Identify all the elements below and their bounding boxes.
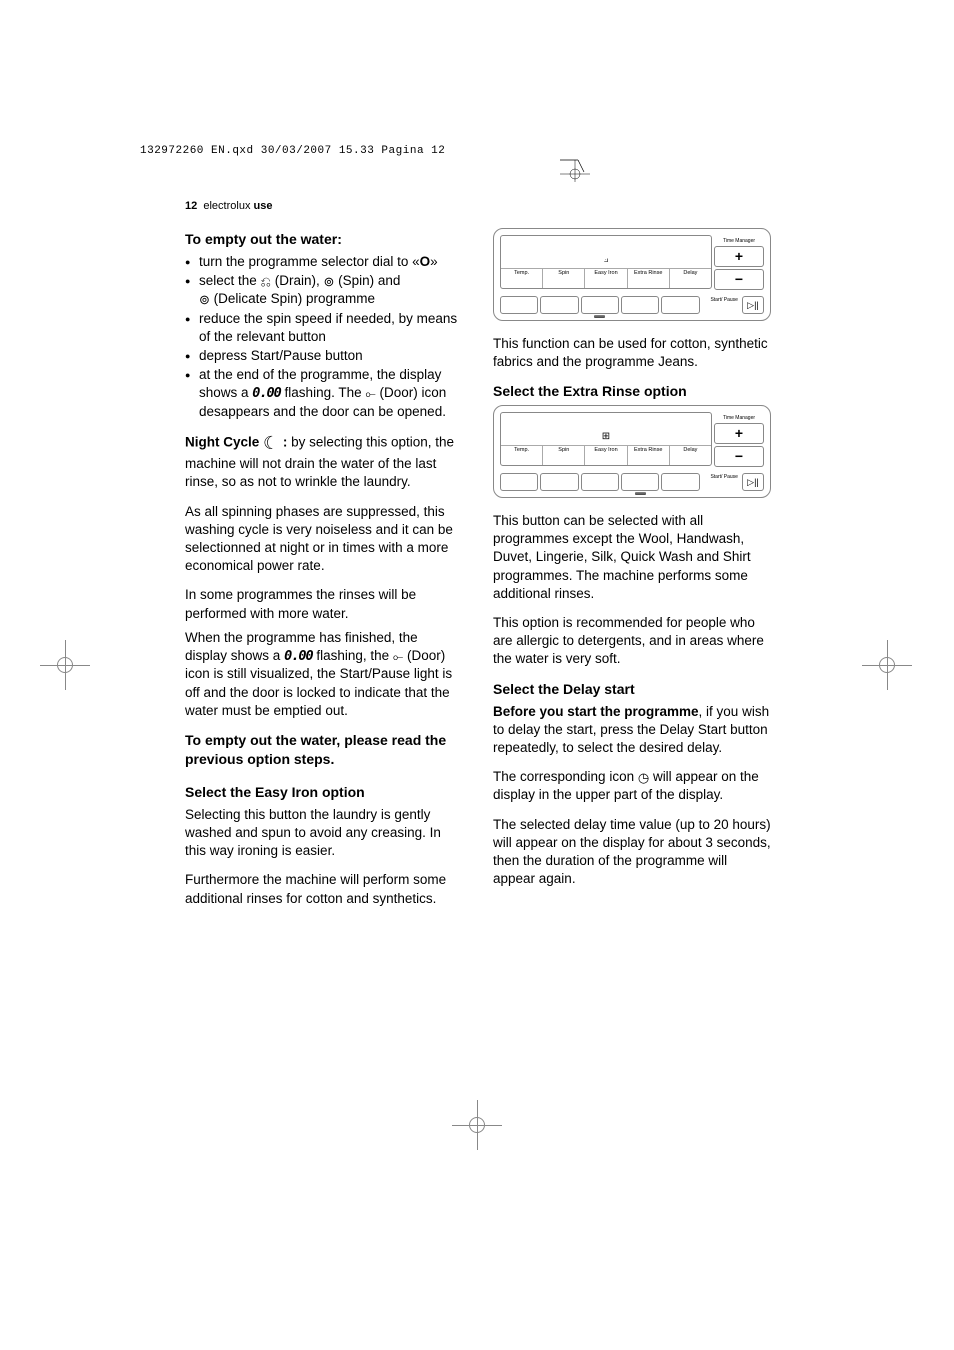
paragraph: When the programme has finished, the dis… xyxy=(185,629,463,720)
rinse-icon: ⊞ xyxy=(602,430,610,444)
display-screen: ⟓ Temp. Spin Easy Iron Extra Rinse Delay xyxy=(500,235,712,289)
temp-button[interactable] xyxy=(500,296,538,314)
display-labels: Temp. Spin Easy Iron Extra Rinse Delay xyxy=(501,269,711,288)
easy-iron-button[interactable] xyxy=(581,473,619,491)
page-header: 12 electrolux use xyxy=(185,200,272,212)
door-icon: ⟜ xyxy=(393,648,403,666)
night-cycle-para: Night Cycle ☾ : by selecting this option… xyxy=(185,431,463,492)
list-item: depress Start/Pause button xyxy=(185,347,463,365)
brand: electrolux xyxy=(203,200,250,212)
extra-rinse-button[interactable] xyxy=(621,296,659,314)
list-item: reduce the spin speed if needed, by mean… xyxy=(185,310,463,346)
list-item: at the end of the programme, the display… xyxy=(185,366,463,421)
display-screen: ⊞ Temp. Spin Easy Iron Extra Rinse Delay xyxy=(500,412,712,466)
registration-mark-icon xyxy=(452,1100,502,1150)
iron-icon: ⟓ xyxy=(604,253,609,267)
paragraph: This function can be used for cotton, sy… xyxy=(493,335,771,371)
temp-button[interactable] xyxy=(500,473,538,491)
time-minus-button[interactable]: − xyxy=(714,446,764,467)
time-manager: Time Manager + − xyxy=(714,412,764,467)
time-plus-button[interactable]: + xyxy=(714,423,764,444)
door-icon: ⟜ xyxy=(365,385,375,403)
time-minus-button[interactable]: − xyxy=(714,269,764,290)
heading-delay-start: Select the Delay start xyxy=(493,680,771,699)
control-panel-easy-iron: ⟓ Temp. Spin Easy Iron Extra Rinse Delay… xyxy=(493,228,771,321)
heading-empty-steps: To empty out the water, please read the … xyxy=(185,731,463,769)
display-value: 0.00 xyxy=(284,648,313,664)
paragraph: Selecting this button the laundry is gen… xyxy=(185,806,463,861)
section-label: use xyxy=(254,200,273,212)
delay-button[interactable] xyxy=(661,296,699,314)
heading-extra-rinse: Select the Extra Rinse option xyxy=(493,382,771,401)
control-panel-extra-rinse: ⊞ Temp. Spin Easy Iron Extra Rinse Delay… xyxy=(493,405,771,498)
time-plus-button[interactable]: + xyxy=(714,246,764,267)
spin-button[interactable] xyxy=(540,473,578,491)
list-item: turn the programme selector dial to «O» xyxy=(185,253,463,271)
page-fold-icon xyxy=(560,152,590,182)
paragraph: This button can be selected with all pro… xyxy=(493,512,771,603)
time-manager: Time Manager + − xyxy=(714,235,764,290)
content-area: To empty out the water: turn the program… xyxy=(185,228,771,919)
print-header: 132972260 EN.qxd 30/03/2007 15.33 Pagina… xyxy=(140,145,445,157)
paragraph: The corresponding icon ◷ will appear on … xyxy=(493,768,771,804)
delicate-spin-icon: ⊚ xyxy=(199,291,210,309)
paragraph: In some programmes the rinses will be pe… xyxy=(185,586,463,622)
extra-rinse-button[interactable] xyxy=(621,473,659,491)
display-value: 0.00 xyxy=(252,385,281,401)
start-pause-button[interactable]: ▷|| xyxy=(742,296,764,314)
page-number: 12 xyxy=(185,200,197,212)
empty-water-steps: turn the programme selector dial to «O» … xyxy=(185,253,463,421)
right-column: ⟓ Temp. Spin Easy Iron Extra Rinse Delay… xyxy=(493,228,771,919)
paragraph: Furthermore the machine will perform som… xyxy=(185,871,463,907)
spin-button[interactable] xyxy=(540,296,578,314)
start-pause-label: Start/ Pause xyxy=(702,473,740,491)
heading-empty-water: To empty out the water: xyxy=(185,230,463,249)
night-cycle-icon: ☾ xyxy=(263,431,279,455)
list-item: select the ⎌ (Drain), ⊚ (Spin) and⊚ (Del… xyxy=(185,272,463,308)
heading-easy-iron: Select the Easy Iron option xyxy=(185,783,463,802)
spin-icon: ⊚ xyxy=(323,273,334,291)
delay-button[interactable] xyxy=(661,473,699,491)
night-cycle-label: Night Cycle xyxy=(185,435,263,450)
clock-icon: ◷ xyxy=(638,769,649,787)
paragraph: Before you start the programme, if you w… xyxy=(493,703,771,758)
left-column: To empty out the water: turn the program… xyxy=(185,228,463,919)
registration-mark-icon xyxy=(40,640,90,690)
start-pause-button[interactable]: ▷|| xyxy=(742,473,764,491)
display-labels: Temp. Spin Easy Iron Extra Rinse Delay xyxy=(501,446,711,465)
paragraph: This option is recommended for people wh… xyxy=(493,614,771,669)
paragraph: As all spinning phases are suppressed, t… xyxy=(185,503,463,576)
start-pause-label: Start/ Pause xyxy=(702,296,740,314)
easy-iron-button[interactable] xyxy=(581,296,619,314)
drain-icon: ⎌ xyxy=(261,273,271,291)
paragraph: The selected delay time value (up to 20 … xyxy=(493,816,771,889)
registration-mark-icon xyxy=(862,640,912,690)
